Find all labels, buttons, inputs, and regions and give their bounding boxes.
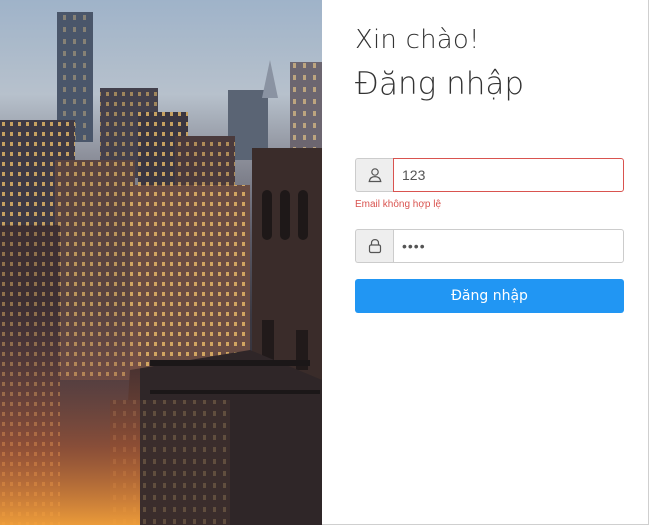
city-background-image [0, 0, 322, 525]
login-panel: Xin chào! Đăng nhập Email không hợp lệ Đ… [322, 0, 649, 525]
lock-icon [355, 229, 393, 263]
password-input-group [355, 229, 624, 263]
login-button[interactable]: Đăng nhập [355, 279, 624, 313]
greeting-text: Xin chào! [355, 25, 480, 55]
password-field[interactable] [393, 229, 624, 263]
user-icon [355, 158, 393, 192]
email-field[interactable] [393, 158, 624, 192]
email-input-group [355, 158, 624, 192]
email-error-message: Email không hợp lệ [355, 199, 442, 210]
page-title: Đăng nhập [355, 66, 525, 102]
